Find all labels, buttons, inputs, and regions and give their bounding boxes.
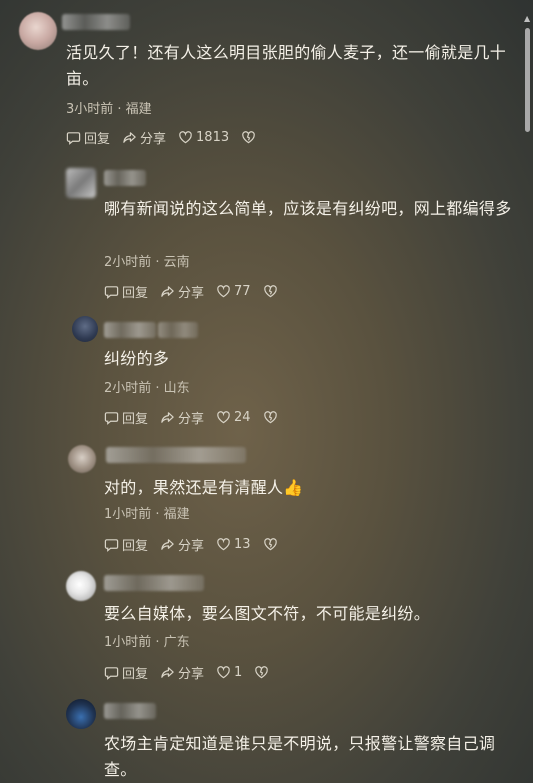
reply-icon [104,667,119,680]
username-blurred[interactable] [158,322,198,338]
heart-icon [217,666,230,679]
comment-meta: 3小时前 · 福建 [66,102,152,117]
dislike-button[interactable] [241,130,256,145]
reply-button[interactable]: 回复 [104,408,148,427]
reply-button[interactable]: 回复 [104,535,148,554]
username-blurred[interactable] [104,703,156,719]
share-label: 分享 [178,286,205,301]
share-icon [161,412,174,423]
broken-heart-icon [263,285,277,298]
like-count: 1813 [196,130,230,145]
reply-item: 农场主肯定知道是谁只是不明说，只报警让警察自己调查。 [0,693,533,783]
reply-icon [104,412,119,425]
reply-item: 要么自媒体，要么图文不符，不可能是纠纷。 1小时前 · 广东 回复 分享 1 [0,563,533,693]
avatar[interactable] [66,571,96,601]
comment-actions: 回复 分享 77 [104,282,290,301]
avatar[interactable] [19,12,57,50]
avatar[interactable] [68,445,96,473]
reply-label: 回复 [84,132,111,147]
username-blurred[interactable] [62,14,130,30]
like-count: 1 [234,665,243,680]
reply-button[interactable]: 回复 [104,663,148,682]
broken-heart-icon [242,131,255,144]
reply-button[interactable]: 回复 [66,128,110,147]
avatar[interactable] [72,316,98,342]
comment-actions: 回复 分享 24 [104,408,290,427]
reply-icon [104,286,119,299]
like-count: 24 [234,410,251,425]
reply-item: 哪有新闻说的这么简单，应该是有纠纷吧，网上都编得多 2小时前 · 云南 回复 分… [0,160,533,310]
like-button[interactable]: 1813 [178,130,229,145]
share-button[interactable]: 分享 [160,663,204,682]
reply-item: 对的，果然还是有清醒人👍 1小时前 · 福建 回复 分享 13 [0,435,533,563]
dislike-button[interactable] [263,537,278,552]
dislike-button[interactable] [263,410,278,425]
reply-label: 回复 [122,667,149,682]
like-button[interactable]: 77 [216,284,251,299]
like-button[interactable]: 1 [216,665,242,680]
comment-text: 活见久了！还有人这么明目张胆的偷人麦子，还一偷就是几十亩。 [66,43,507,88]
comment-meta: 1小时前 · 福建 [104,507,190,522]
heart-icon [179,131,192,144]
broken-heart-icon [255,666,269,679]
heart-icon [217,538,230,551]
share-label: 分享 [178,412,205,427]
like-button[interactable]: 13 [216,537,251,552]
comment-actions: 回复 分享 13 [104,535,290,554]
broken-heart-icon [263,411,277,424]
share-icon [161,539,174,550]
comment-text-content: 对的，果然还是有清醒人 [104,478,284,497]
comment-actions: 回复 分享 1813 [66,128,268,147]
share-button[interactable]: 分享 [160,535,204,554]
username-blurred[interactable] [106,447,246,463]
comment-text: 农场主肯定知道是谁只是不明说，只报警让警察自己调查。 [104,734,496,779]
username-blurred[interactable] [104,322,156,338]
share-icon [123,132,136,143]
reply-label: 回复 [122,539,149,554]
share-button[interactable]: 分享 [160,282,204,301]
comment-meta: 2小时前 · 云南 [104,255,190,270]
like-count: 13 [234,537,251,552]
broken-heart-icon [263,538,277,551]
share-label: 分享 [178,539,205,554]
comment-meta: 1小时前 · 广东 [104,635,190,650]
comment-text: 对的，果然还是有清醒人👍 [104,475,514,501]
avatar[interactable] [66,168,96,198]
thumbs-up-emoji: 👍 [283,478,304,497]
comment-actions: 回复 分享 1 [104,663,281,682]
reply-icon [66,132,81,145]
username-blurred[interactable] [104,170,146,186]
share-icon [161,286,174,297]
comment-item: 活见久了！还有人这么明目张胆的偷人麦子，还一偷就是几十亩。 3小时前 · 福建 … [0,0,533,160]
heart-icon [217,285,230,298]
avatar[interactable] [66,699,96,729]
reply-item: 纠纷的多 2小时前 · 山东 回复 分享 24 [0,310,533,435]
comment-meta: 2小时前 · 山东 [104,381,190,396]
reply-label: 回复 [122,286,149,301]
share-icon [161,667,174,678]
like-button[interactable]: 24 [216,410,251,425]
like-count: 77 [234,284,251,299]
reply-icon [104,539,119,552]
comment-text: 要么自媒体，要么图文不符，不可能是纠纷。 [104,604,431,623]
username-blurred[interactable] [104,575,204,591]
heart-icon [217,411,230,424]
share-label: 分享 [140,132,167,147]
share-button[interactable]: 分享 [160,408,204,427]
comment-text: 纠纷的多 [104,349,170,368]
share-button[interactable]: 分享 [122,128,166,147]
dislike-button[interactable] [263,284,278,299]
comment-text: 哪有新闻说的这么简单，应该是有纠纷吧，网上都编得多 [104,199,512,218]
reply-button[interactable]: 回复 [104,282,148,301]
dislike-button[interactable] [254,665,269,680]
share-label: 分享 [178,667,205,682]
reply-label: 回复 [122,412,149,427]
